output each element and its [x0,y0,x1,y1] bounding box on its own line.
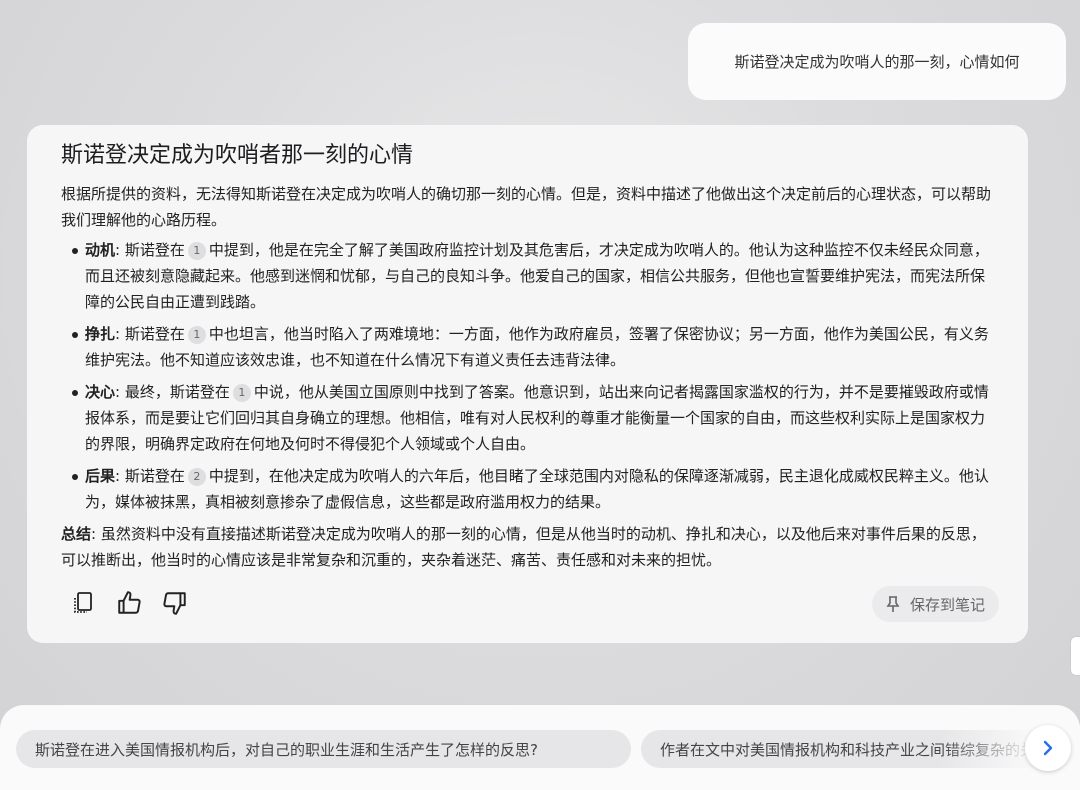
citation-badge[interactable]: 1 [187,242,206,260]
copy-button[interactable] [67,587,99,619]
bullet-dot [72,390,78,396]
bullet-label: 动机 [85,241,116,259]
bullet-prefix: : 最终，斯诺登在 [115,383,230,401]
bullet-text: 中提到，他是在完全了解了美国政府监控计划及其危害后，才决定成为吹哨人的。他认为这… [85,241,989,311]
answer-intro: 根据所提供的资料，无法得知斯诺登在决定成为吹哨人的确切那一刻的心情。但是，资料中… [61,185,992,229]
user-message-text: 斯诺登决定成为吹哨人的那一刻，心情如何 [734,53,1020,71]
bullet-dot [72,474,78,480]
bullet-label: 决心 [85,383,116,401]
suggestion-chip[interactable]: 作者在文中对美国情报机构和科技产业之间错综复杂的关系 [641,730,1061,768]
copy-icon [74,592,92,613]
citation-badge[interactable]: 2 [187,468,206,486]
citation-badge[interactable]: 1 [187,326,206,344]
bullet-prefix: : 斯诺登在 [115,467,185,485]
citation-badge[interactable]: 1 [232,384,251,402]
suggestion-bar: 斯诺登在进入美国情报机构后，对自己的职业生涯和生活产生了怎样的反思? 作者在文中… [0,705,1080,790]
save-label: 保存到笔记 [909,595,985,614]
like-button[interactable] [113,587,145,619]
answer-card: 斯诺登决定成为吹哨者那一刻的心情 根据所提供的资料，无法得知斯诺登在决定成为吹哨… [27,125,1028,643]
user-message-bubble: 斯诺登决定成为吹哨人的那一刻，心情如何 [688,23,1066,100]
thumbs-down-icon [163,592,186,615]
pin-icon [886,596,900,612]
bullet-motivation: 动机: 斯诺登在 1 中提到，他是在完全了解了美国政府监控计划及其危害后，才决定成为… [61,237,994,315]
summary-label: 总结 [61,525,92,543]
bullet-label: 后果 [85,467,116,485]
bullet-dot [72,332,78,338]
bullet-text: 中提到，在他决定成为吹哨人的六年后，他目睹了全球范围内对隐私的保障逐渐减弱，民主… [85,467,989,511]
summary-text: : 虽然资料中没有直接描述斯诺登决定成为吹哨人的那一刻的心情，但是从他当时的动机… [61,525,986,569]
answer-title: 斯诺登决定成为吹哨者那一刻的心情 [61,143,414,168]
bullet-consequence: 后果: 斯诺登在 2 中提到，在他决定成为吹哨人的六年后，他目睹了全球范围内对隐私的… [61,463,994,515]
chevron-right-icon [1043,740,1053,756]
bullet-resolve: 决心: 最终，斯诺登在 1 中说，他从美国立国原则中找到了答案。他意识到，站出来向记… [61,379,994,457]
dislike-button[interactable] [159,587,191,619]
save-to-notes-button[interactable]: 保存到笔记 [871,586,999,622]
bullet-prefix: : 斯诺登在 [115,325,185,343]
answer-actions [67,587,191,619]
answer-bullet-list: 动机: 斯诺登在 1 中提到，他是在完全了解了美国政府监控计划及其危害后，才决定成为… [61,237,994,515]
bullet-text: 中也坦言，他当时陷入了两难境地：一方面，他作为政府雇员，签署了保密协议；另一方面… [85,325,989,369]
bullet-struggle: 挣扎: 斯诺登在 1 中也坦言，他当时陷入了两难境地：一方面，他作为政府雇员，签署了… [61,321,994,373]
bullet-dot [72,248,78,254]
next-suggestions-button[interactable] [1025,725,1071,771]
answer-summary: 总结: 虽然资料中没有直接描述斯诺登决定成为吹哨人的那一刻的心情，但是从他当时的… [61,521,994,573]
thumbs-up-icon [118,591,141,614]
bullet-prefix: : 斯诺登在 [115,241,185,259]
suggestion-chip[interactable]: 斯诺登在进入美国情报机构后，对自己的职业生涯和生活产生了怎样的反思? [16,730,631,768]
side-panel-handle[interactable] [1070,636,1080,676]
bullet-label: 挣扎 [85,325,116,343]
